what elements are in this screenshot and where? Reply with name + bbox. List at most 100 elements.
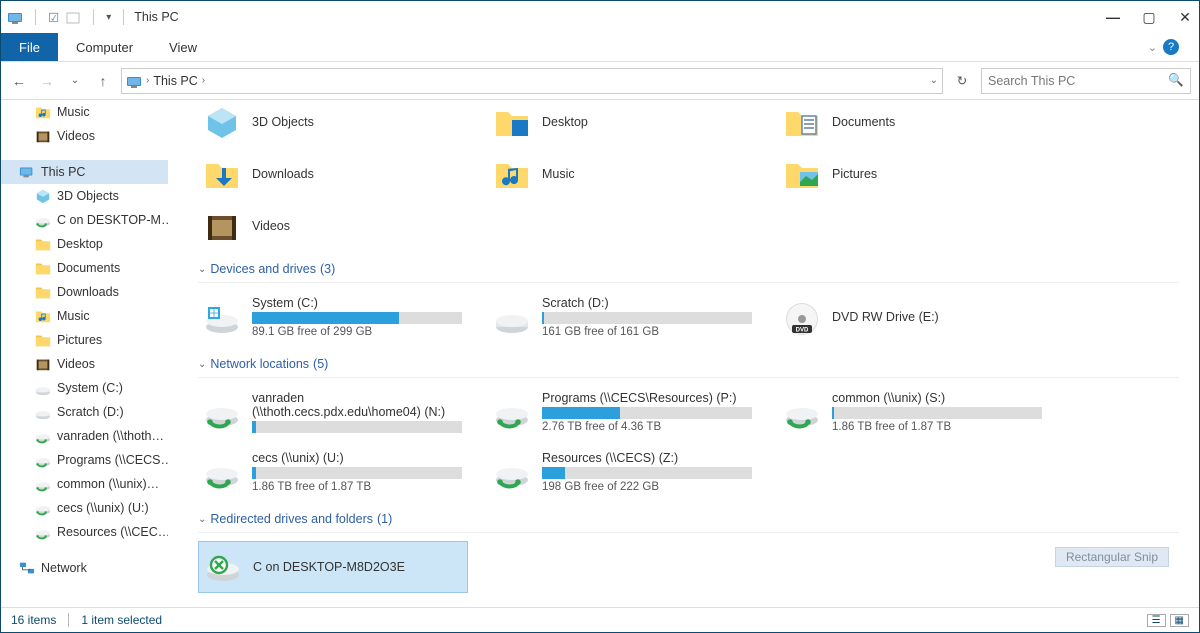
nav-item[interactable]: This PC (1, 160, 168, 184)
chevron-down-icon[interactable]: ⌄ (198, 514, 206, 525)
3d-icon (35, 188, 51, 204)
details-view-button[interactable]: ☰ (1147, 614, 1166, 627)
nav-item-label: cecs (\\unix) (U:) (57, 501, 149, 515)
forward-button[interactable]: → (37, 71, 57, 91)
music-icon (35, 104, 51, 120)
downloads-icon (204, 156, 240, 192)
breadcrumb[interactable]: › This PC › ⌄ (121, 68, 943, 94)
nav-item[interactable]: Network (1, 556, 168, 580)
folder-icon (35, 260, 51, 276)
recent-locations-button[interactable]: ⌄ (65, 71, 85, 91)
minimize-button[interactable]: — (1105, 9, 1121, 26)
breadcrumb-root[interactable]: This PC (153, 74, 197, 88)
drive-icon (35, 404, 51, 420)
drive-sublabel: 1.86 TB free of 1.87 TB (832, 421, 1042, 433)
icons-view-button[interactable]: ▦ (1170, 614, 1189, 627)
nav-item-label: Resources (\\CEC… (57, 525, 168, 539)
qat-newfolder-icon[interactable] (65, 9, 81, 25)
netdrive-icon (35, 524, 51, 540)
back-button[interactable]: ← (9, 71, 29, 91)
nav-item[interactable]: Music (1, 100, 168, 124)
drive-item[interactable]: cecs (\\unix) (U:) 1.86 TB free of 1.87 … (198, 446, 468, 498)
nav-item[interactable]: Videos (1, 352, 168, 376)
nav-item[interactable]: Music (1, 304, 168, 328)
nav-item-label: C on DESKTOP-M… (57, 213, 168, 227)
tab-computer[interactable]: Computer (58, 33, 151, 61)
nav-item[interactable]: Downloads (1, 280, 168, 304)
nav-item-label: vanraden (\\thoth… (57, 429, 164, 443)
navigation-pane[interactable]: Music Videos This PC 3D Objects C on DES… (1, 100, 168, 607)
qat-properties-icon[interactable]: ☑ (48, 10, 59, 25)
drive-item[interactable]: Scratch (D:) 161 GB free of 161 GB (488, 291, 758, 343)
chevron-down-icon[interactable]: ⌄ (198, 264, 206, 275)
section-header[interactable]: ⌄ Redirected drives and folders (1) (198, 498, 1179, 533)
drive-item[interactable]: vanraden (\\thoth.cecs.pdx.edu\home04) (… (198, 386, 468, 438)
nav-item-label: Network (41, 561, 87, 575)
help-button[interactable]: ? (1163, 39, 1179, 55)
chevron-right-icon[interactable]: › (146, 75, 149, 86)
search-input[interactable]: Search This PC 🔍 (981, 68, 1191, 94)
nav-item[interactable]: common (\\unix)… (1, 472, 168, 496)
nav-item[interactable]: cecs (\\unix) (U:) (1, 496, 168, 520)
nav-item[interactable]: 3D Objects (1, 184, 168, 208)
drive-item[interactable]: Resources (\\CECS) (Z:) 198 GB free of 2… (488, 446, 758, 498)
up-button[interactable]: ↑ (93, 71, 113, 91)
netdrive-icon (35, 452, 51, 468)
drive-item[interactable]: C on DESKTOP-M8D2O3E (198, 541, 468, 593)
folder-item[interactable]: Music (488, 152, 758, 196)
nav-item-label: Scratch (D:) (57, 405, 124, 419)
folder-item[interactable]: 3D Objects (198, 100, 468, 144)
sysdrive-icon (204, 299, 240, 335)
close-button[interactable]: ✕ (1177, 9, 1193, 26)
nav-item-label: Downloads (57, 285, 119, 299)
drive-label: common (\\unix) (S:) (832, 391, 1042, 405)
chevron-down-icon[interactable]: ⌄ (198, 359, 206, 370)
nav-item[interactable]: Scratch (D:) (1, 400, 168, 424)
folder-label: Music (542, 167, 575, 181)
network-icon (19, 560, 35, 576)
file-tab[interactable]: File (1, 33, 58, 61)
drive-item[interactable]: Programs (\\CECS\Resources) (P:) 2.76 TB… (488, 386, 758, 438)
nav-item[interactable]: Resources (\\CEC… (1, 520, 168, 544)
folder-item[interactable]: Documents (778, 100, 1048, 144)
folder-item[interactable]: Pictures (778, 152, 1048, 196)
nav-item[interactable]: Desktop (1, 232, 168, 256)
content-pane[interactable]: 3D Objects Desktop Documents Downloads M… (168, 100, 1199, 607)
nav-item-label: 3D Objects (57, 189, 119, 203)
section-header[interactable]: ⌄ Network locations (5) (198, 343, 1179, 378)
nav-item[interactable]: C on DESKTOP-M… (1, 208, 168, 232)
drive-item[interactable]: common (\\unix) (S:) 1.86 TB free of 1.8… (778, 386, 1048, 438)
folder-item[interactable]: Desktop (488, 100, 758, 144)
folder-item[interactable]: Videos (198, 204, 468, 248)
qat-customize-icon[interactable]: ▾ (106, 12, 111, 23)
chevron-right-icon[interactable]: › (202, 75, 205, 86)
nav-item[interactable]: System (C:) (1, 376, 168, 400)
nav-item[interactable]: Videos (1, 124, 168, 148)
netdrive-icon (204, 394, 240, 430)
snip-hint: Rectangular Snip (1055, 547, 1169, 567)
nav-item[interactable]: Programs (\\CECS… (1, 448, 168, 472)
ribbon-collapse-icon[interactable]: ⌄ (1148, 41, 1157, 54)
drive-sublabel: 1.86 TB free of 1.87 TB (252, 481, 462, 493)
nav-item-label: Pictures (57, 333, 102, 347)
drive-label: vanraden (\\thoth.cecs.pdx.edu\home04) (… (252, 391, 462, 419)
video-icon (35, 128, 51, 144)
section-header[interactable]: ⌄ Devices and drives (3) (198, 248, 1179, 283)
app-icon (7, 9, 23, 25)
nav-item[interactable]: vanraden (\\thoth… (1, 424, 168, 448)
folder-icon (35, 332, 51, 348)
maximize-button[interactable]: ▢ (1141, 9, 1157, 26)
nav-item[interactable]: Pictures (1, 328, 168, 352)
drive-item[interactable]: System (C:) 89.1 GB free of 299 GB (198, 291, 468, 343)
refresh-button[interactable]: ↻ (951, 73, 973, 88)
folder-icon (35, 284, 51, 300)
tab-view[interactable]: View (151, 33, 215, 61)
nav-item[interactable]: Documents (1, 256, 168, 280)
nav-item-label: Videos (57, 129, 95, 143)
folder-item[interactable]: Downloads (198, 152, 468, 196)
nav-item-label: Documents (57, 261, 120, 275)
drive-item[interactable]: DVD RW Drive (E:) (778, 291, 1048, 343)
drive-sublabel: 89.1 GB free of 299 GB (252, 326, 462, 338)
chevron-down-icon[interactable]: ⌄ (930, 75, 938, 86)
netdrive-icon (204, 454, 240, 490)
